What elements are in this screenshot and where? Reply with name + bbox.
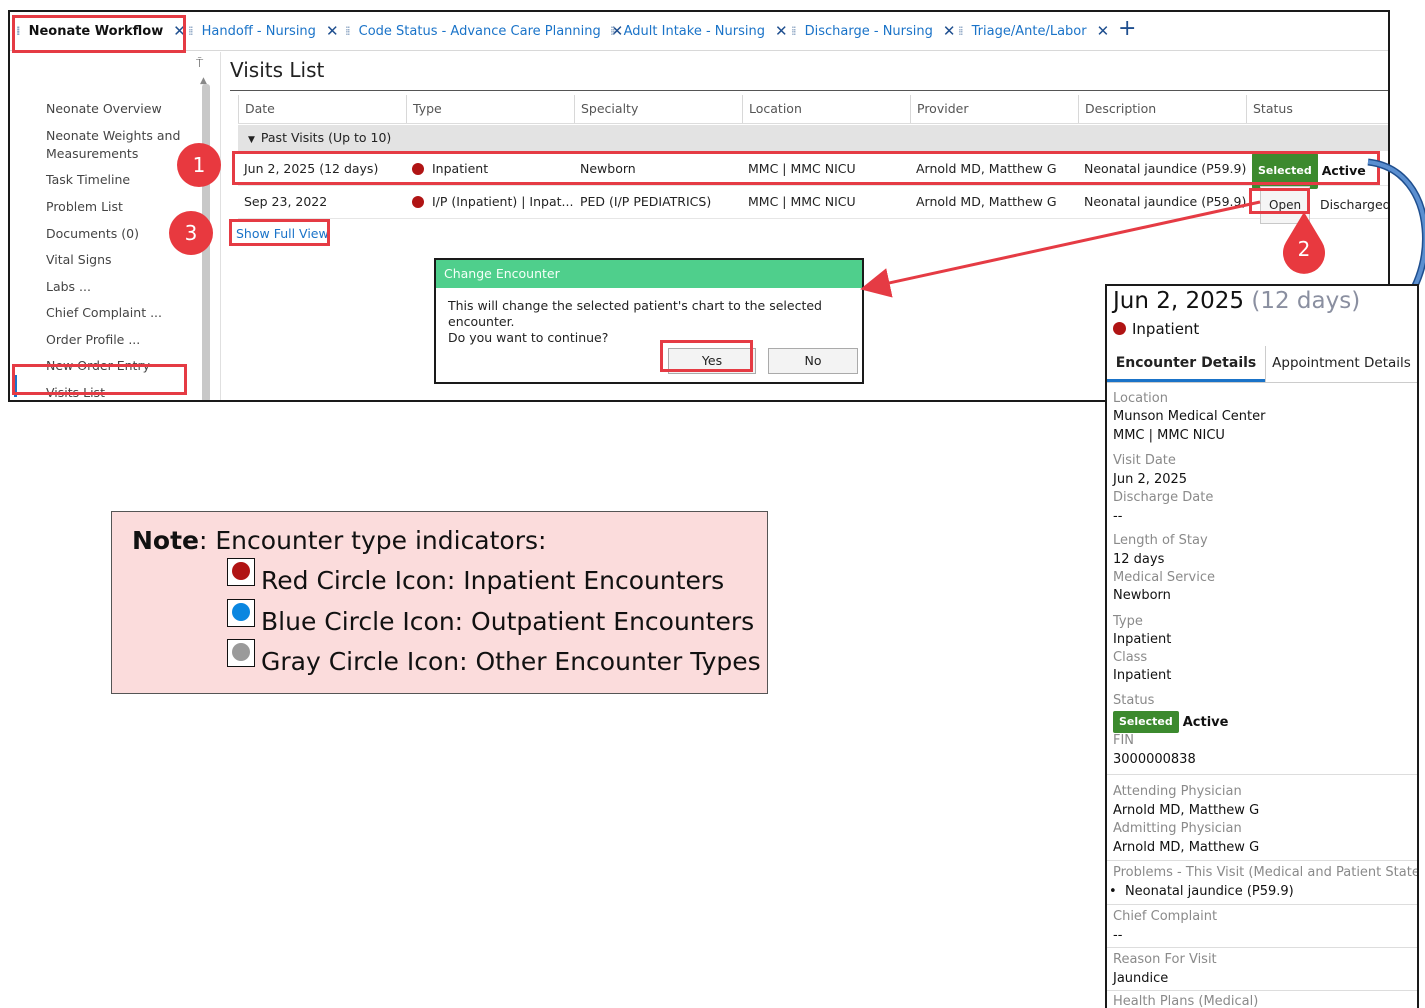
- location-unit: MMC | MMC NICU: [1113, 428, 1225, 443]
- note-rest: : Encounter type indicators:: [199, 526, 547, 555]
- type-value: Inpatient: [1113, 632, 1172, 647]
- discharge-date-label: Discharge Date: [1113, 490, 1214, 505]
- arrow-open-to-dialog: [860, 200, 1261, 298]
- length-of-stay-label: Length of Stay: [1113, 533, 1208, 548]
- status-value-wrap: Selected Active: [1113, 711, 1228, 733]
- note-heading: Note: Encounter type indicators:: [132, 526, 546, 555]
- problem-text: Neonatal jaundice (P59.9): [1124, 884, 1294, 899]
- red-circle-icon: [227, 558, 255, 586]
- bullet-icon: •: [1109, 884, 1117, 899]
- attending-label: Attending Physician: [1113, 784, 1242, 799]
- chief-complaint-value: --: [1113, 928, 1123, 943]
- section-divider: [1107, 904, 1417, 905]
- class-value: Inpatient: [1113, 668, 1172, 683]
- visit-date-value: Jun 2, 2025: [1113, 472, 1188, 487]
- medical-service-label: Medical Service: [1113, 570, 1215, 585]
- chief-complaint-label: Chief Complaint: [1113, 909, 1218, 924]
- panel-days: (12 days): [1251, 288, 1361, 314]
- section-divider: [1107, 774, 1417, 775]
- status-label: Status: [1113, 693, 1155, 708]
- fin-value: 3000000838: [1113, 752, 1196, 767]
- note-bold: Note: [132, 526, 200, 555]
- class-label: Class: [1113, 650, 1148, 665]
- inpatient-red-circle-icon: [1113, 322, 1126, 335]
- reason-label: Reason For Visit: [1113, 952, 1217, 967]
- section-divider: [1107, 947, 1417, 948]
- problems-label: Problems - This Visit (Medical and Patie…: [1113, 865, 1419, 880]
- length-of-stay-value: 12 days: [1113, 552, 1165, 567]
- status-value: Active: [1182, 714, 1229, 730]
- attending-value: Arnold MD, Matthew G: [1113, 803, 1260, 818]
- medical-service-value: Newborn: [1113, 588, 1171, 603]
- encounter-details-panel: Jun 2, 2025 (12 days) Inpatient Encounte…: [1105, 284, 1419, 1008]
- note-line-other: Gray Circle Icon: Other Encounter Types: [261, 647, 761, 676]
- note-line-outpatient: Blue Circle Icon: Outpatient Encounters: [261, 607, 755, 636]
- visit-date-label: Visit Date: [1113, 453, 1176, 468]
- gray-circle-dot: [232, 643, 250, 661]
- admitting-label: Admitting Physician: [1113, 821, 1242, 836]
- section-divider: [1107, 860, 1417, 861]
- type-label: Type: [1113, 614, 1143, 629]
- encounter-indicator-note: Note: Encounter type indicators: Red Cir…: [111, 511, 768, 694]
- discharge-date-value: --: [1113, 509, 1123, 524]
- section-divider: [1107, 990, 1417, 991]
- blue-circle-icon: [227, 599, 255, 627]
- problem-item: • Neonatal jaundice (P59.9): [1109, 883, 1294, 901]
- admitting-value: Arnold MD, Matthew G: [1113, 840, 1260, 855]
- panel-visit-date: Jun 2, 2025 (12 days): [1113, 288, 1360, 314]
- reason-value: Jaundice: [1113, 971, 1169, 986]
- tab-encounter-details[interactable]: Encounter Details: [1107, 346, 1265, 382]
- tab-appointment-details[interactable]: Appointment Details: [1265, 346, 1417, 382]
- location-label: Location: [1113, 391, 1168, 406]
- panel-encounter-type: Inpatient: [1113, 320, 1199, 338]
- panel-type: Inpatient: [1132, 320, 1200, 338]
- blue-circle-dot: [232, 603, 250, 621]
- location-facility: Munson Medical Center: [1113, 409, 1266, 424]
- note-line-inpatient: Red Circle Icon: Inpatient Encounters: [261, 566, 725, 595]
- panel-date: Jun 2, 2025: [1113, 288, 1245, 314]
- selected-badge: Selected: [1113, 711, 1179, 733]
- gray-circle-icon: [227, 639, 255, 667]
- red-circle-dot: [232, 562, 250, 580]
- panel-tabs: Encounter Details Appointment Details: [1107, 346, 1417, 383]
- fin-label: FIN: [1113, 733, 1135, 748]
